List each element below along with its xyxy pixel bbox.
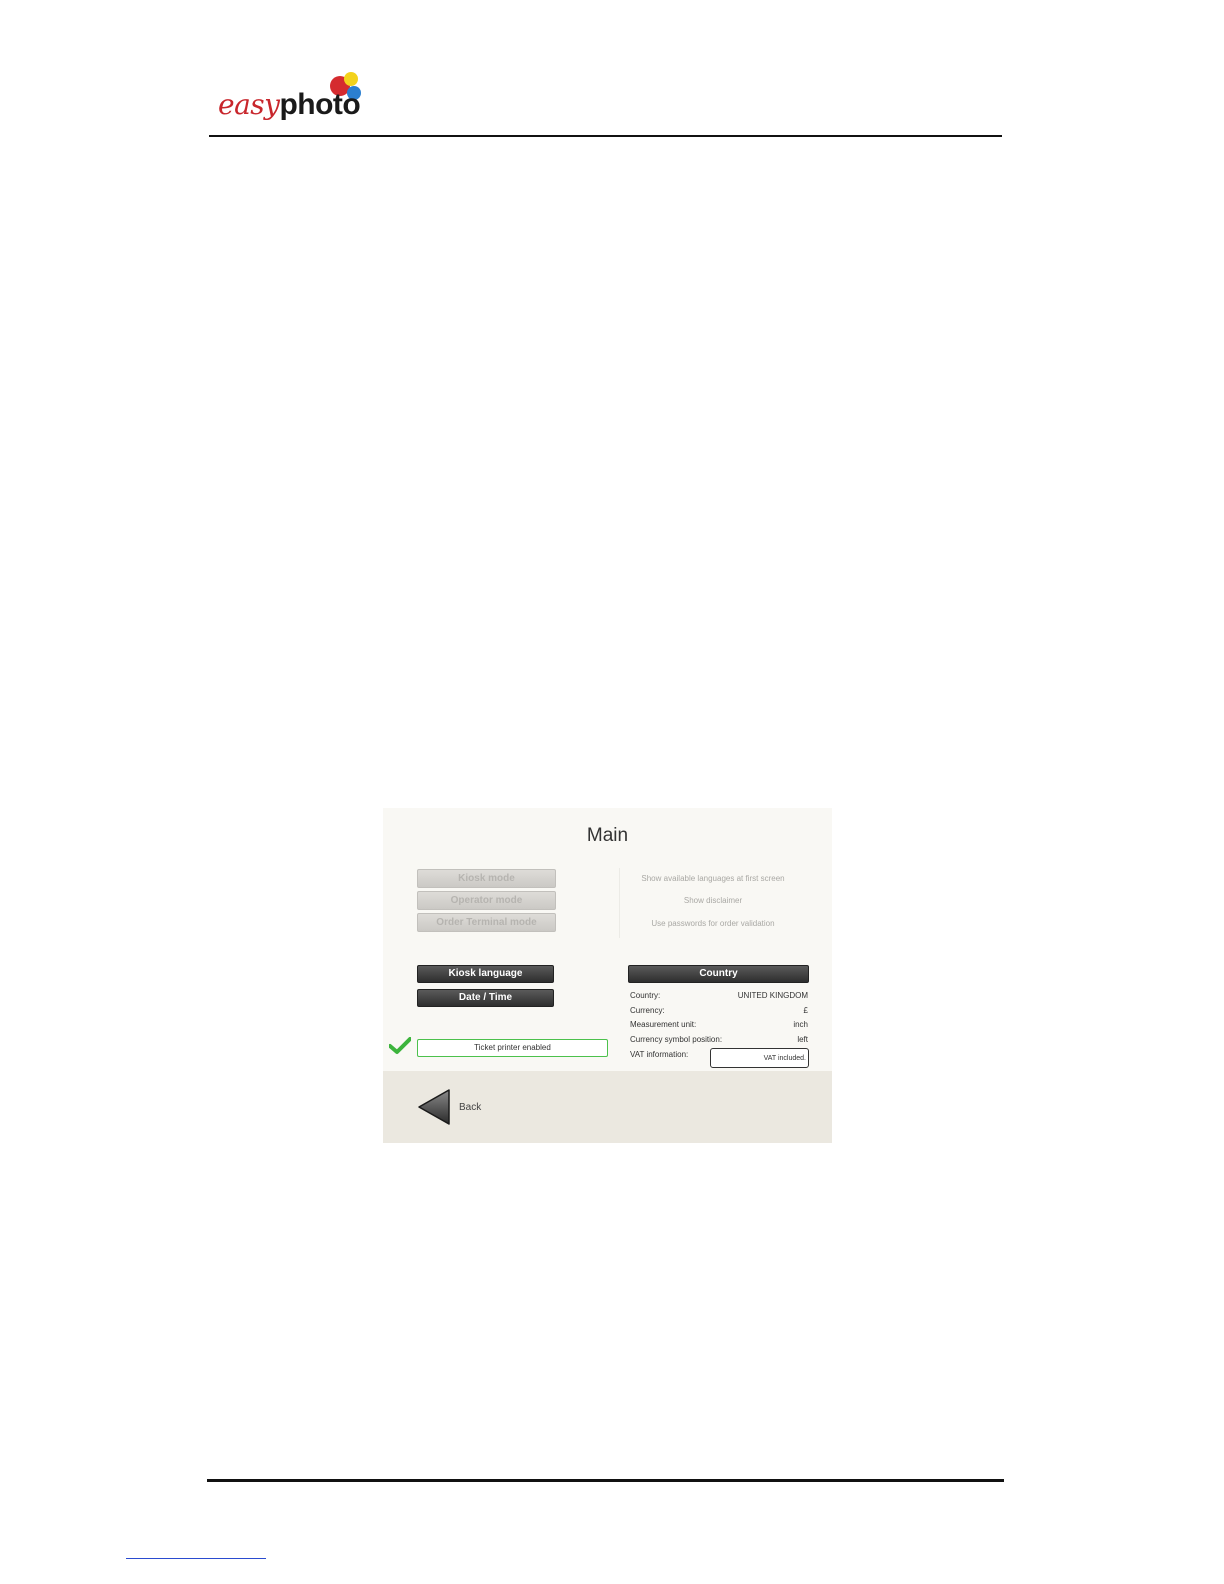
info-label: Measurement unit: [630, 1020, 697, 1029]
info-value: inch [793, 1020, 808, 1029]
operator-mode-button[interactable]: Operator mode [417, 891, 556, 910]
easyphoto-logo: easyphoto [214, 62, 374, 132]
option-show-languages[interactable]: Show available languages at first screen [620, 874, 806, 883]
order-terminal-mode-button[interactable]: Order Terminal mode [417, 913, 556, 932]
currency-info-row: Currency: £ [630, 1006, 808, 1018]
logo-easy: easy [218, 88, 280, 121]
option-use-passwords[interactable]: Use passwords for order validation [620, 919, 806, 928]
logo-photo: photo [279, 88, 361, 121]
info-label: Currency: [630, 1006, 665, 1015]
footer-link-underline[interactable] [126, 1558, 266, 1559]
logo-text: easyphoto [218, 88, 361, 122]
date-time-button[interactable]: Date / Time [417, 989, 554, 1007]
info-value: left [797, 1035, 808, 1044]
option-show-disclaimer[interactable]: Show disclaimer [620, 896, 806, 905]
info-value: UNITED KINGDOM [737, 991, 808, 1000]
info-value: £ [803, 1006, 808, 1015]
vat-info-row: VAT information: [630, 1050, 710, 1062]
measurement-unit-info-row: Measurement unit: inch [630, 1020, 808, 1032]
vat-info-field[interactable]: VAT included. [710, 1048, 809, 1068]
logo-yellow-dot [344, 72, 358, 86]
kiosk-mode-button[interactable]: Kiosk mode [417, 869, 556, 888]
options-list: Show available languages at first screen… [619, 868, 806, 938]
screen-title: Main [586, 825, 629, 846]
header-divider [209, 135, 1002, 137]
checkmark-icon[interactable] [389, 1037, 411, 1055]
info-label: Currency symbol position: [630, 1035, 723, 1044]
info-label: Country: [630, 991, 661, 1000]
ticket-printer-toggle[interactable]: Ticket printer enabled [417, 1039, 608, 1057]
kiosk-screenshot: Main Kiosk mode Operator mode Order Term… [383, 808, 832, 1143]
kiosk-language-button[interactable]: Kiosk language [417, 965, 554, 983]
info-label: VAT information: [630, 1050, 689, 1059]
back-arrow-icon[interactable] [417, 1088, 453, 1126]
footer-divider [207, 1479, 1004, 1482]
back-label[interactable]: Back [459, 1102, 481, 1113]
country-button[interactable]: Country [628, 965, 809, 983]
currency-position-info-row: Currency symbol position: left [630, 1035, 808, 1047]
bottom-bar: Back [383, 1071, 832, 1143]
country-info-row: Country: UNITED KINGDOM [630, 991, 808, 1003]
